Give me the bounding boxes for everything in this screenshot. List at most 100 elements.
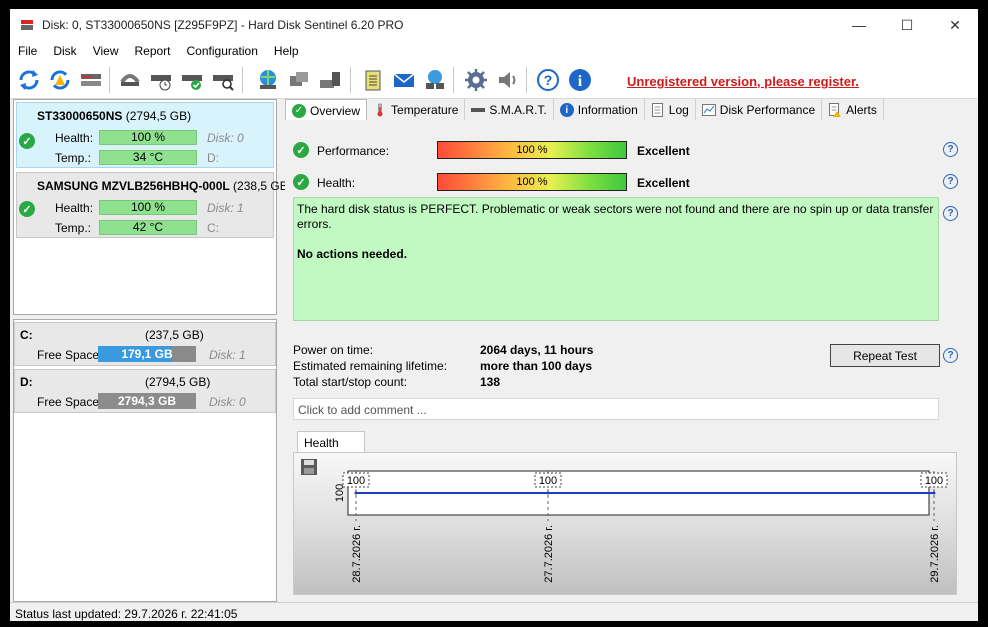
y-tick-label: 100 <box>334 484 346 502</box>
volume-size: (237,5 GB) <box>145 328 204 342</box>
check-icon: ✓ <box>292 103 306 118</box>
power-on-value: 2064 days, 11 hours <box>480 343 594 357</box>
disk-spin-button[interactable] <box>116 66 144 94</box>
volume-disk: Disk: 1 <box>209 348 246 362</box>
health-rating: Excellent <box>637 176 690 190</box>
data-point <box>546 491 550 495</box>
data-label: 100 <box>347 475 365 487</box>
help-button[interactable]: ? <box>534 66 562 94</box>
health-label: Health: <box>55 201 94 215</box>
disk-card-0[interactable]: ST33000650NS (2794,5 GB) ✓ Health: 100 %… <box>16 102 274 168</box>
app-logo-icon <box>21 20 33 30</box>
svg-text:?: ? <box>544 72 553 88</box>
menu-bar: File Disk View Report Configuration Help <box>10 41 978 61</box>
help-icon[interactable]: ? <box>943 206 958 221</box>
title-bar[interactable]: Disk: 0, ST33000650NS [Z295F9PZ] - Hard … <box>10 9 978 41</box>
disk-title: ST33000650NS (2794,5 GB) <box>37 109 191 123</box>
menu-configuration[interactable]: Configuration <box>179 41 266 61</box>
register-link[interactable]: Unregistered version, please register. <box>627 74 859 89</box>
maximize-button[interactable]: ☐ <box>884 9 930 41</box>
minimize-button[interactable]: — <box>836 9 882 41</box>
settings-button[interactable] <box>462 66 490 94</box>
tab-label: Log <box>668 103 689 117</box>
refresh-all-button[interactable] <box>46 66 74 94</box>
menu-file[interactable]: File <box>10 41 45 61</box>
menu-report[interactable]: Report <box>126 41 178 61</box>
info-icon: i <box>569 69 591 91</box>
app-window: Disk: 0, ST33000650NS [Z295F9PZ] - Hard … <box>10 9 978 621</box>
tab-temperature[interactable]: Temperature <box>367 99 466 121</box>
disk-list-panel: ST33000650NS (2794,5 GB) ✓ Health: 100 %… <box>13 99 292 315</box>
health-value: 100 % <box>99 130 197 145</box>
tab-alerts[interactable]: Alerts <box>822 99 884 121</box>
disk-spin-icon <box>120 74 140 86</box>
volume-card-d[interactable]: D: (2794,5 GB) Free Space 2794,3 GB Disk… <box>14 369 276 413</box>
network-share-button[interactable] <box>421 66 449 94</box>
volume-disk: Disk: 0 <box>209 395 246 409</box>
help-icon[interactable]: ? <box>943 348 958 363</box>
tab-log[interactable]: Log <box>645 99 696 121</box>
repeat-test-button[interactable]: Repeat Test <box>830 344 940 367</box>
close-icon: ✕ <box>949 16 961 33</box>
help-icon[interactable]: ? <box>943 174 958 189</box>
toolbar-separator <box>242 67 243 93</box>
free-space-bar: 179,1 GB <box>98 346 196 362</box>
tab-disk-performance[interactable]: Disk Performance <box>696 99 823 121</box>
disk-schedule-button[interactable] <box>147 66 175 94</box>
check-icon: ✓ <box>293 142 309 158</box>
save-icon-slot <box>304 468 314 474</box>
menu-view[interactable]: View <box>85 41 127 61</box>
report-button[interactable] <box>359 66 387 94</box>
disk-icon <box>471 103 486 117</box>
menu-help[interactable]: Help <box>266 41 307 61</box>
x-tick-label: 28.7.2026 г. <box>351 525 363 583</box>
disk-list-button[interactable] <box>77 66 105 94</box>
save-graph-button[interactable] <box>301 459 317 475</box>
actions-text: No actions needed. <box>297 247 408 261</box>
performance-label: Performance: <box>317 144 390 158</box>
disk-config-button[interactable] <box>316 66 344 94</box>
temp-label: Temp.: <box>55 151 92 165</box>
disk-gear-icon <box>320 72 340 88</box>
email-icon <box>393 73 415 87</box>
tab-overview[interactable]: ✓ Overview <box>285 99 368 121</box>
data-point <box>354 491 358 495</box>
free-space-value: 2794,3 GB <box>117 394 177 408</box>
lifetime-label: Estimated remaining lifetime: <box>293 359 448 373</box>
network-computers-icon <box>426 70 444 89</box>
close-button[interactable]: ✕ <box>932 9 978 41</box>
about-button[interactable]: i <box>566 66 594 94</box>
disk-id: Disk: 0 <box>207 131 244 145</box>
tab-label: Overview <box>310 103 361 118</box>
status-text: The hard disk status is PERFECT. Problem… <box>297 202 934 231</box>
disk-test-button[interactable] <box>178 66 206 94</box>
refresh-button[interactable] <box>15 66 43 94</box>
comment-input[interactable]: Click to add comment ... <box>293 398 939 420</box>
temp-value: 34 °C <box>99 150 197 165</box>
menu-disk[interactable]: Disk <box>45 41 84 61</box>
health-bar: 100 % <box>437 173 627 191</box>
status-last-updated: Status last updated: 29.7.2026 г. 22:41:… <box>15 607 238 621</box>
svg-text:i: i <box>578 73 583 90</box>
status-description: The hard disk status is PERFECT. Problem… <box>293 197 939 321</box>
tab-label: Temperature <box>391 103 459 117</box>
help-icon[interactable]: ? <box>943 142 958 157</box>
disk-card-1[interactable]: SAMSUNG MZVLB256HBHQ-000L (238,5 GB) ✓ H… <box>16 172 292 238</box>
tab-information[interactable]: i Information <box>554 99 645 121</box>
disk-name: SAMSUNG MZVLB256HBHQ-000L <box>37 179 230 193</box>
disk-scan-button[interactable] <box>209 66 237 94</box>
x-tick-label: 27.7.2026 г. <box>543 525 555 583</box>
maximize-icon: ☐ <box>900 16 914 33</box>
volume-card-c[interactable]: C: (237,5 GB) Free Space 179,1 GB Disk: … <box>14 322 276 366</box>
tab-health-graph[interactable]: Health (%) <box>297 431 365 464</box>
drive-letter: D: <box>207 151 219 165</box>
tab-label: Disk Performance <box>719 103 816 117</box>
sound-button[interactable] <box>493 66 521 94</box>
network-button[interactable] <box>254 66 282 94</box>
tab-smart[interactable]: S.M.A.R.T. <box>465 99 554 121</box>
free-space-value: 179,1 GB <box>121 347 173 361</box>
email-button[interactable] <box>390 66 418 94</box>
disk-search-icon <box>213 75 234 91</box>
network-globe-icon <box>260 70 276 89</box>
drives-button[interactable] <box>285 66 313 94</box>
